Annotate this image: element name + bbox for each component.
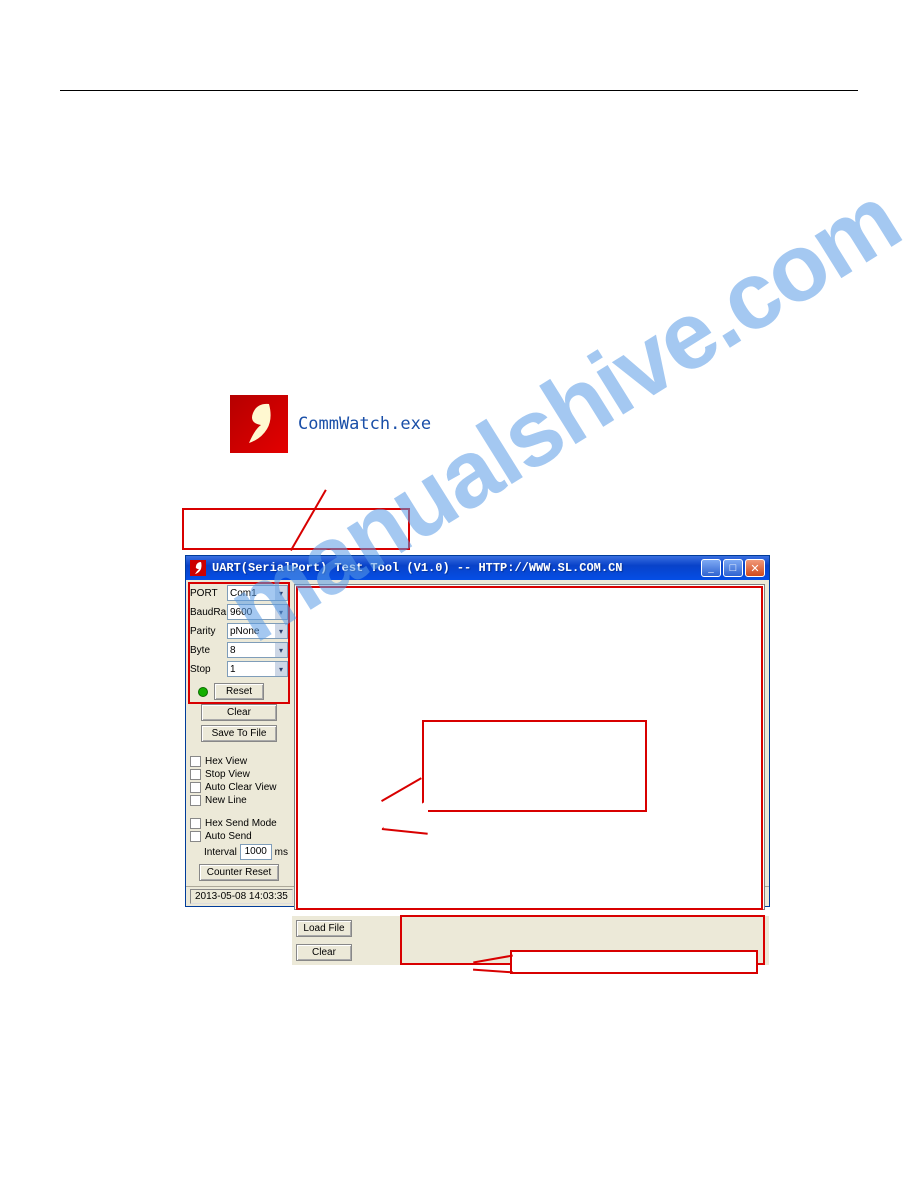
- port-label: PORT: [190, 588, 224, 599]
- hex-send-checkbox[interactable]: [190, 818, 201, 829]
- parity-value: pNone: [230, 626, 259, 637]
- byte-label: Byte: [190, 645, 224, 656]
- hex-send-label: Hex Send Mode: [205, 818, 277, 829]
- port-select[interactable]: Com1 ▾: [227, 585, 288, 601]
- baud-value: 9600: [230, 607, 252, 618]
- status-timestamp: 2013-05-08 14:03:35: [190, 889, 293, 904]
- stop-value: 1: [230, 664, 236, 675]
- interval-input[interactable]: 1000: [240, 844, 272, 860]
- dropdown-arrow-icon: ▾: [275, 605, 287, 619]
- stop-label: Stop: [190, 664, 224, 675]
- port-value: Com1: [230, 588, 257, 599]
- callout-command-tail: [473, 969, 513, 974]
- dropdown-arrow-icon: ▾: [275, 624, 287, 638]
- clear-button[interactable]: Clear: [201, 704, 277, 721]
- dropdown-arrow-icon: ▾: [275, 662, 287, 676]
- window-titlebar[interactable]: UART(SerialPort) Test Tool (V1.0) -- HTT…: [186, 556, 769, 580]
- auto-send-checkbox[interactable]: [190, 831, 201, 842]
- byte-value: 8: [230, 645, 236, 656]
- byte-select[interactable]: 8 ▾: [227, 642, 288, 658]
- status-led-icon: [198, 687, 208, 697]
- auto-send-label: Auto Send: [205, 831, 252, 842]
- stop-view-label: Stop View: [205, 769, 250, 780]
- dropdown-arrow-icon: ▾: [275, 643, 287, 657]
- commwatch-icon: [230, 395, 288, 453]
- header-divider: [60, 90, 858, 91]
- reset-button[interactable]: Reset: [214, 683, 264, 700]
- app-icon-label: CommWatch.exe: [298, 414, 431, 434]
- dropdown-arrow-icon: ▾: [275, 586, 287, 600]
- callout-command-box: [510, 950, 758, 974]
- clear-send-button[interactable]: Clear: [296, 944, 352, 961]
- hex-view-label: Hex View: [205, 756, 247, 767]
- window-title: UART(SerialPort) Test Tool (V1.0) -- HTT…: [212, 561, 695, 575]
- interval-unit: ms: [275, 847, 288, 858]
- main-area: Load File Clear: [292, 580, 769, 886]
- parity-label: Parity: [190, 626, 224, 637]
- counter-reset-button[interactable]: Counter Reset: [199, 864, 279, 881]
- baud-select[interactable]: 9600 ▾: [227, 604, 288, 620]
- new-line-label: New Line: [205, 795, 247, 806]
- app-icon-block: CommWatch.exe: [230, 395, 431, 453]
- window-icon: [190, 560, 206, 576]
- settings-sidebar: PORT Com1 ▾ BaudRa 9600 ▾ Parity pNone ▾: [186, 580, 292, 886]
- maximize-button[interactable]: □: [723, 559, 743, 577]
- stop-select[interactable]: 1 ▾: [227, 661, 288, 677]
- save-to-file-button[interactable]: Save To File: [201, 725, 277, 742]
- stop-view-checkbox[interactable]: [190, 769, 201, 780]
- close-button[interactable]: ✕: [745, 559, 765, 577]
- load-file-button[interactable]: Load File: [296, 920, 352, 937]
- new-line-checkbox[interactable]: [190, 795, 201, 806]
- minimize-button[interactable]: _: [701, 559, 721, 577]
- callout-return-box: [422, 720, 647, 812]
- auto-clear-label: Auto Clear View: [205, 782, 277, 793]
- auto-clear-checkbox[interactable]: [190, 782, 201, 793]
- parity-select[interactable]: pNone ▾: [227, 623, 288, 639]
- interval-label: Interval: [204, 847, 237, 858]
- baud-label: BaudRa: [190, 607, 224, 618]
- uart-test-window: UART(SerialPort) Test Tool (V1.0) -- HTT…: [185, 555, 770, 907]
- hex-view-checkbox[interactable]: [190, 756, 201, 767]
